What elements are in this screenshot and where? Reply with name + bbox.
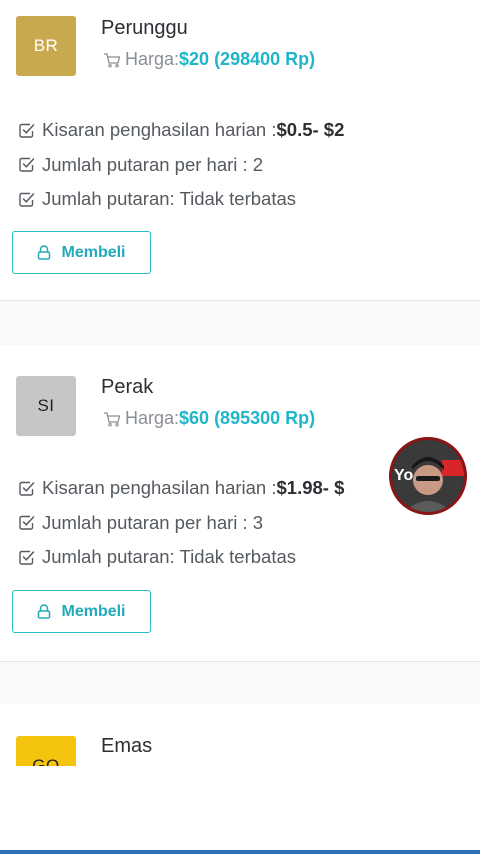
feature-spins-total: Jumlah putaran: Tidak terbatas xyxy=(18,182,344,217)
feature-value: $1.98- $ xyxy=(276,477,345,499)
plan-name: Perunggu xyxy=(101,17,188,39)
price-label: Harga: xyxy=(125,408,180,428)
feature-label: Jumlah putaran: Tidak terbatas xyxy=(42,546,297,568)
feature-label: Jumlah putaran per hari : 3 xyxy=(42,511,264,533)
feature-list: Kisaran penghasilan harian : $0.5- $2 Ju… xyxy=(18,113,344,217)
check-square-icon xyxy=(19,516,35,530)
feature-list: Kisaran penghasilan harian : $1.98- $ Ju… xyxy=(18,471,344,575)
price-label: Harga: xyxy=(125,49,180,69)
buy-button[interactable]: Membeli xyxy=(12,590,151,633)
cart-icon xyxy=(104,52,121,68)
buy-button-label: Membeli xyxy=(61,602,126,620)
card-separator xyxy=(0,300,480,346)
bottom-blank-area xyxy=(0,766,480,854)
price-value: $20 (298400 Rp) xyxy=(179,49,316,69)
buy-button-label: Membeli xyxy=(61,243,126,261)
feature-label: Jumlah putaran per hari : 2 xyxy=(42,153,264,175)
feature-daily-income: Kisaran penghasilan harian : $1.98- $ xyxy=(18,471,344,506)
floating-video-bubble[interactable]: Yo xyxy=(389,437,467,515)
bottom-accent-bar xyxy=(0,850,480,854)
presenter-avatar-icon: Yo xyxy=(392,440,464,512)
plan-name: Emas xyxy=(101,735,153,757)
buy-button[interactable]: Membeli xyxy=(12,231,151,274)
check-square-icon xyxy=(19,123,35,138)
feature-label: Kisaran penghasilan harian : xyxy=(42,119,277,141)
price-value: $60 (895300 Rp) xyxy=(179,408,316,428)
plan-avatar: SI xyxy=(16,376,76,436)
lock-icon xyxy=(38,245,51,260)
check-square-icon xyxy=(19,158,35,172)
price-row: Harga: $60 (895300 Rp) xyxy=(103,408,315,429)
membership-plans-page: BR Perunggu Harga: $20 (298400 Rp) Kisar… xyxy=(0,0,480,854)
lock-icon xyxy=(38,604,51,619)
feature-daily-income: Kisaran penghasilan harian : $0.5- $2 xyxy=(18,113,344,148)
price-row: Harga: $20 (298400 Rp) xyxy=(103,49,315,70)
cart-icon xyxy=(104,411,121,427)
feature-spins-per-day: Jumlah putaran per hari : 3 xyxy=(18,506,344,541)
check-square-icon xyxy=(19,192,35,207)
feature-spins-total: Jumlah putaran: Tidak terbatas xyxy=(18,540,344,575)
overlay-label: Yo xyxy=(394,467,413,484)
feature-spins-per-day: Jumlah putaran per hari : 2 xyxy=(18,148,344,183)
feature-label: Kisaran penghasilan harian : xyxy=(42,477,277,499)
feature-value: $0.5- $2 xyxy=(276,119,345,141)
plan-name: Perak xyxy=(101,376,154,398)
card-separator xyxy=(0,661,480,705)
plan-avatar: BR xyxy=(16,16,76,76)
feature-label: Jumlah putaran: Tidak terbatas xyxy=(42,188,297,210)
plan-card-bronze: BR Perunggu Harga: $20 (298400 Rp) Kisar… xyxy=(0,0,480,300)
check-square-icon xyxy=(19,550,35,565)
check-square-icon xyxy=(19,481,35,496)
